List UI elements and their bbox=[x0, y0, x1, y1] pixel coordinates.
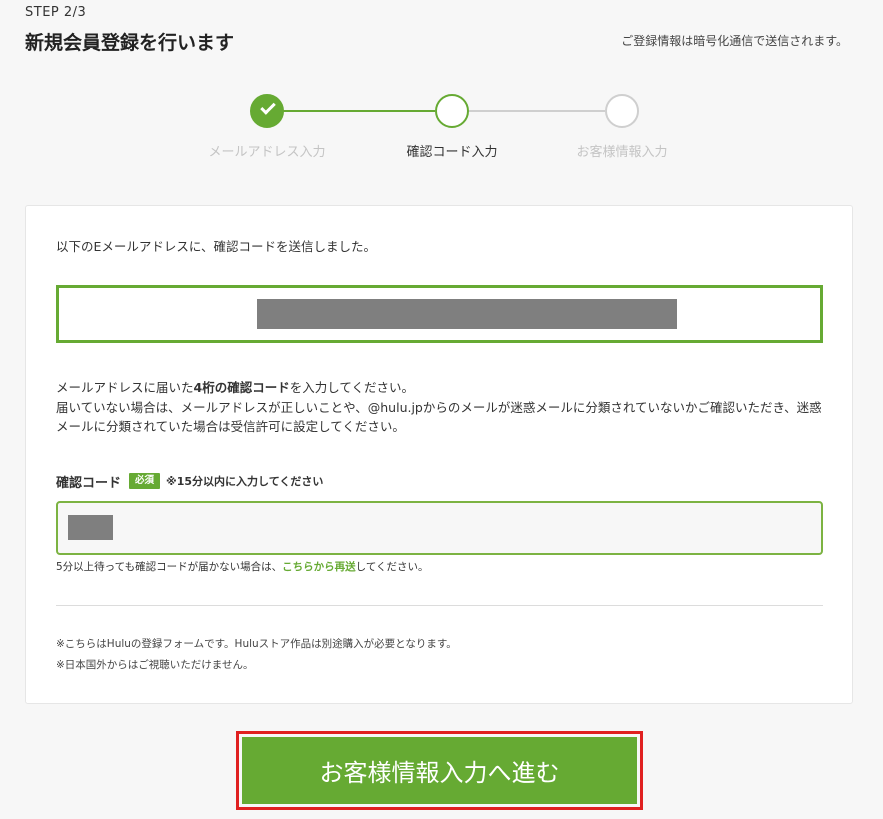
notice-region: ※日本国外からはご視聴いただけません。 bbox=[56, 659, 254, 671]
step-label-customer-info: お客様情報入力 bbox=[576, 145, 668, 160]
page-title: 新規会員登録を行います bbox=[25, 32, 235, 54]
step-label: STEP 2/3 bbox=[25, 5, 87, 20]
resend-row: 5分以上待っても確認コードが届かない場合は、こちらから再送してください。 bbox=[56, 559, 429, 574]
redacted-email bbox=[257, 299, 677, 329]
proceed-to-customer-info-button[interactable]: お客様情報入力へ進む bbox=[242, 737, 637, 804]
sent-message: 以下のEメールアドレスに、確認コードを送信しました。 bbox=[56, 239, 377, 254]
form-card: 以下のEメールアドレスに、確認コードを送信しました。 メールアドレスに届いた4桁… bbox=[25, 205, 853, 704]
code-label: 確認コード bbox=[56, 475, 122, 491]
step-circle-upcoming bbox=[605, 94, 639, 128]
notice-store: ※こちらはHuluの登録フォームです。Huluストア作品は別途購入が必要となりま… bbox=[56, 638, 457, 650]
step-label-code-input: 確認コード入力 bbox=[406, 145, 498, 160]
stepper-line-upcoming bbox=[469, 110, 605, 112]
instructions-code-emphasis: 4桁の確認コード bbox=[193, 380, 290, 395]
divider bbox=[56, 605, 823, 606]
code-label-row: 確認コード 必須 ※15分以内に入力してください bbox=[56, 472, 324, 491]
progress-stepper: メールアドレス入力 確認コード入力 お客様情報入力 bbox=[0, 93, 883, 163]
step-label-email-input: メールアドレス入力 bbox=[208, 145, 326, 160]
email-display-box bbox=[56, 285, 823, 343]
instructions-line2: 届いていない場合は、メールアドレスが正しいことや、@hulu.jpからのメールが… bbox=[56, 399, 822, 435]
code-input[interactable] bbox=[56, 501, 823, 555]
check-icon bbox=[260, 99, 276, 115]
required-badge: 必須 bbox=[129, 473, 161, 489]
step-circle-completed bbox=[250, 94, 284, 128]
resend-link[interactable]: こちらから再送 bbox=[282, 561, 356, 573]
resend-text-start: 5分以上待っても確認コードが届かない場合は、 bbox=[56, 561, 283, 573]
instructions-line1-end: を入力してください。 bbox=[289, 380, 414, 395]
instructions: メールアドレスに届いた4桁の確認コードを入力してください。 届いていない場合は、… bbox=[56, 378, 826, 437]
time-limit-note: ※15分以内に入力してください bbox=[166, 475, 324, 488]
instructions-line1-start: メールアドレスに届いた bbox=[56, 380, 194, 395]
resend-text-end: してください。 bbox=[355, 561, 429, 573]
step-circle-current bbox=[435, 94, 469, 128]
redacted-code bbox=[68, 515, 113, 540]
stepper-line-completed bbox=[283, 110, 435, 112]
security-note: ご登録情報は暗号化通信で送信されます。 bbox=[621, 34, 848, 48]
